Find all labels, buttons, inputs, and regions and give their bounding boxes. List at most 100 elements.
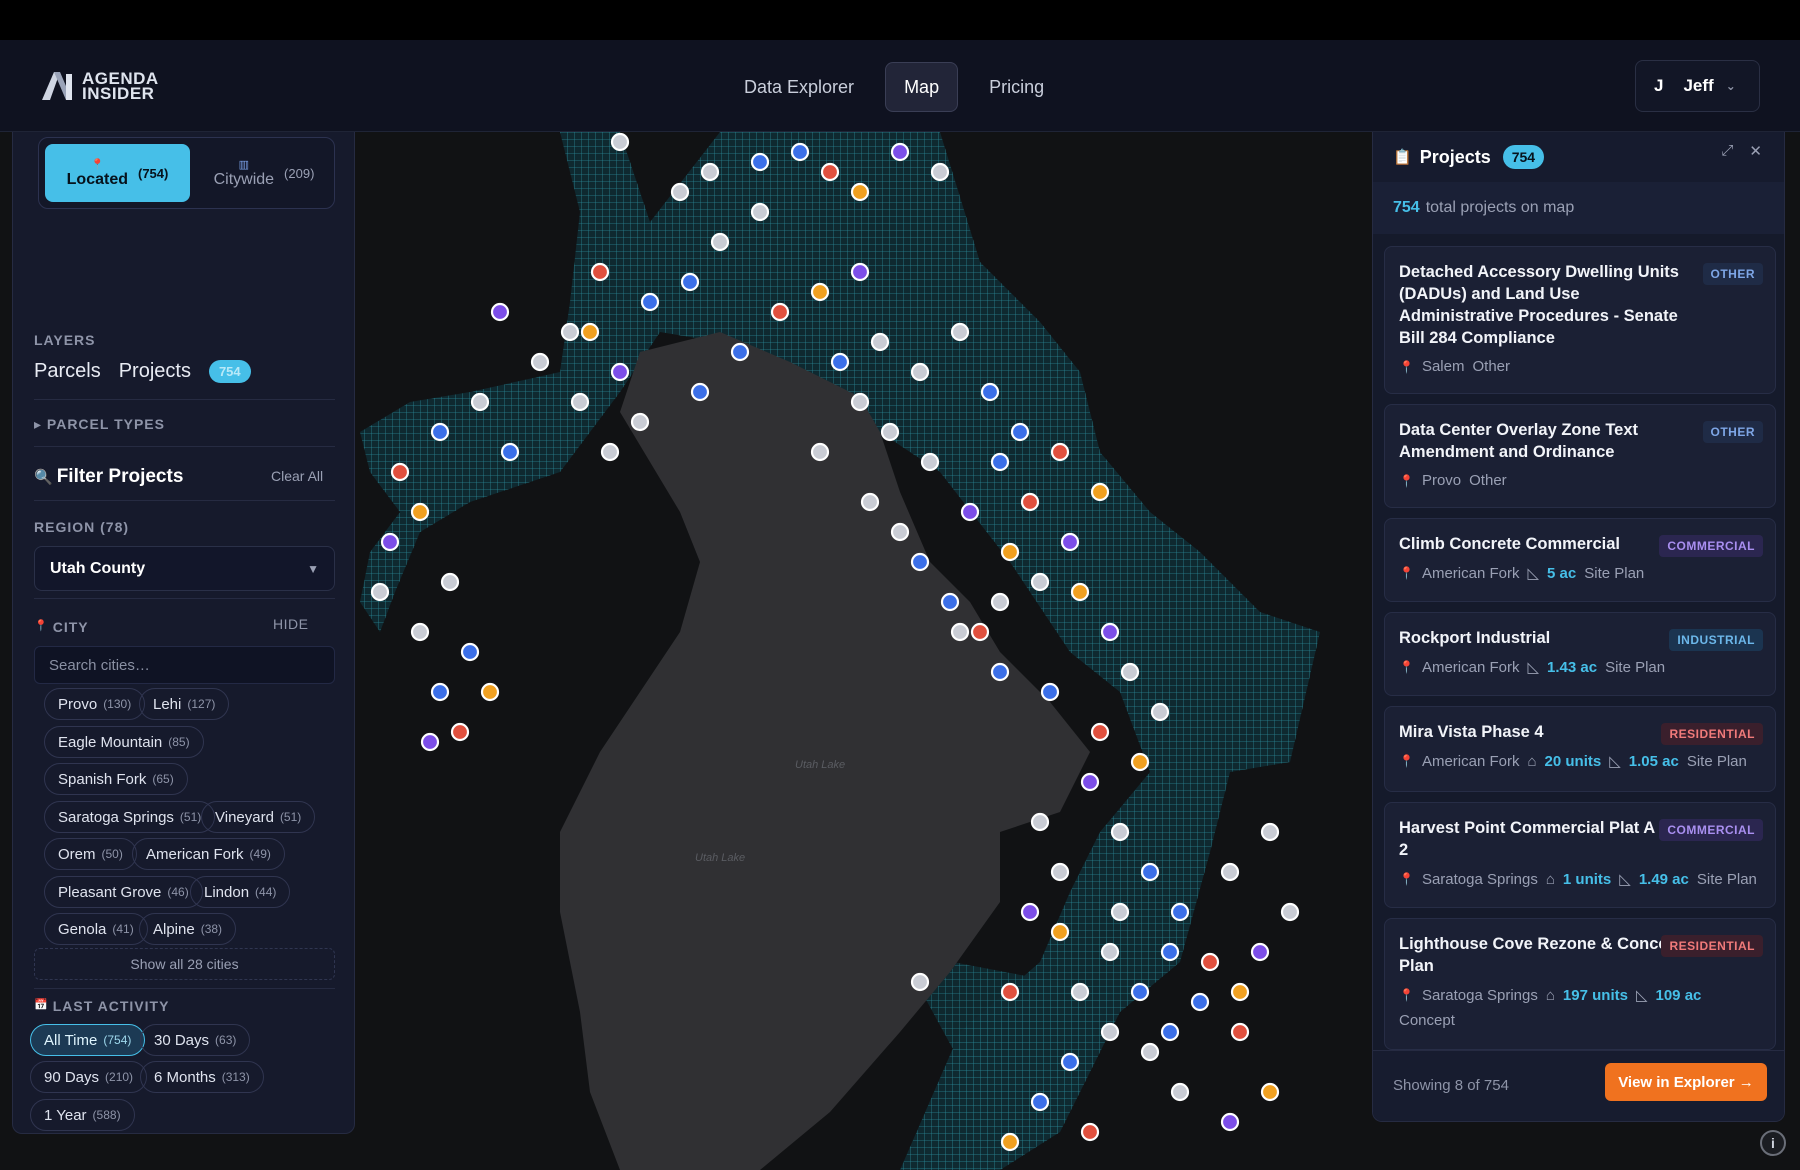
- project-marker[interactable]: [420, 732, 440, 752]
- project-marker[interactable]: [670, 182, 690, 202]
- project-marker[interactable]: [1070, 582, 1090, 602]
- project-marker[interactable]: [440, 572, 460, 592]
- project-marker[interactable]: [1260, 822, 1280, 842]
- project-marker[interactable]: [1100, 622, 1120, 642]
- project-marker[interactable]: [1000, 982, 1020, 1002]
- citywide-toggle-button[interactable]: ▥ Citywide (209): [199, 144, 329, 202]
- city-search-input[interactable]: [34, 646, 335, 684]
- project-card[interactable]: Harvest Point Commercial Plat A Lot 2 CO…: [1384, 802, 1776, 908]
- project-marker[interactable]: [500, 442, 520, 462]
- city-chip-orem[interactable]: Orem (50): [44, 838, 137, 870]
- project-marker[interactable]: [1100, 1022, 1120, 1042]
- project-marker[interactable]: [820, 162, 840, 182]
- project-marker[interactable]: [1160, 942, 1180, 962]
- project-marker[interactable]: [1030, 1092, 1050, 1112]
- project-marker[interactable]: [1250, 942, 1270, 962]
- project-marker[interactable]: [1280, 902, 1300, 922]
- project-marker[interactable]: [1170, 902, 1190, 922]
- activity-chip-6-months[interactable]: 6 Months (313): [140, 1061, 264, 1093]
- project-marker[interactable]: [910, 972, 930, 992]
- project-marker[interactable]: [990, 452, 1010, 472]
- project-marker[interactable]: [910, 552, 930, 572]
- city-chip-provo[interactable]: Provo (130): [44, 688, 146, 720]
- city-chip-spanish-fork[interactable]: Spanish Fork (65): [44, 763, 188, 795]
- project-marker[interactable]: [1090, 722, 1110, 742]
- project-marker[interactable]: [590, 262, 610, 282]
- project-marker[interactable]: [1070, 982, 1090, 1002]
- project-marker[interactable]: [710, 232, 730, 252]
- project-marker[interactable]: [1160, 1022, 1180, 1042]
- project-marker[interactable]: [640, 292, 660, 312]
- project-marker[interactable]: [1170, 1082, 1190, 1102]
- project-marker[interactable]: [490, 302, 510, 322]
- project-marker[interactable]: [1110, 822, 1130, 842]
- view-in-explorer-button[interactable]: View in Explorer →: [1605, 1063, 1767, 1101]
- project-marker[interactable]: [940, 592, 960, 612]
- city-chip-eagle-mountain[interactable]: Eagle Mountain (85): [44, 726, 204, 758]
- project-marker[interactable]: [610, 132, 630, 152]
- project-marker[interactable]: [600, 442, 620, 462]
- expand-icon[interactable]: ⤢: [1721, 142, 1733, 160]
- project-marker[interactable]: [390, 462, 410, 482]
- project-marker[interactable]: [480, 682, 500, 702]
- logo[interactable]: AGENDA INSIDER: [40, 66, 159, 106]
- project-marker[interactable]: [830, 352, 850, 372]
- clear-all-button[interactable]: Clear All: [271, 468, 323, 484]
- project-marker[interactable]: [970, 622, 990, 642]
- project-marker[interactable]: [950, 322, 970, 342]
- project-marker[interactable]: [1020, 492, 1040, 512]
- activity-chip-all-time[interactable]: All Time (754): [30, 1024, 146, 1056]
- info-icon[interactable]: i: [1760, 1130, 1786, 1156]
- project-marker[interactable]: [790, 142, 810, 162]
- project-marker[interactable]: [850, 392, 870, 412]
- project-marker[interactable]: [1130, 752, 1150, 772]
- project-marker[interactable]: [990, 662, 1010, 682]
- show-all-cities-button[interactable]: Show all 28 cities: [34, 948, 335, 980]
- project-marker[interactable]: [1000, 542, 1020, 562]
- project-marker[interactable]: [1030, 572, 1050, 592]
- project-marker[interactable]: [870, 332, 890, 352]
- activity-chip-1-year[interactable]: 1 Year (588): [30, 1099, 135, 1131]
- project-marker[interactable]: [910, 362, 930, 382]
- project-marker[interactable]: [1080, 772, 1100, 792]
- city-chip-pleasant-grove[interactable]: Pleasant Grove (46): [44, 876, 203, 908]
- project-marker[interactable]: [380, 532, 400, 552]
- project-marker[interactable]: [890, 522, 910, 542]
- project-marker[interactable]: [570, 392, 590, 412]
- project-marker[interactable]: [1050, 442, 1070, 462]
- project-marker[interactable]: [770, 302, 790, 322]
- project-marker[interactable]: [1200, 952, 1220, 972]
- project-marker[interactable]: [1060, 1052, 1080, 1072]
- project-marker[interactable]: [690, 382, 710, 402]
- project-marker[interactable]: [1130, 982, 1150, 1002]
- project-card[interactable]: Detached Accessory Dwelling Units (DADUs…: [1384, 246, 1776, 394]
- project-marker[interactable]: [1040, 682, 1060, 702]
- project-marker[interactable]: [1110, 902, 1130, 922]
- project-marker[interactable]: [450, 722, 470, 742]
- project-marker[interactable]: [1260, 1082, 1280, 1102]
- project-marker[interactable]: [890, 142, 910, 162]
- project-marker[interactable]: [1050, 862, 1070, 882]
- hide-cities-button[interactable]: HIDE: [273, 616, 308, 632]
- project-marker[interactable]: [610, 362, 630, 382]
- parcel-types-toggle[interactable]: ▸ PARCEL TYPES: [34, 416, 165, 433]
- project-marker[interactable]: [1220, 862, 1240, 882]
- project-marker[interactable]: [580, 322, 600, 342]
- project-marker[interactable]: [990, 592, 1010, 612]
- project-marker[interactable]: [1140, 862, 1160, 882]
- layer-projects[interactable]: Projects: [119, 360, 191, 383]
- city-chip-genola[interactable]: Genola (41): [44, 913, 148, 945]
- project-marker[interactable]: [730, 342, 750, 362]
- project-card[interactable]: Mira Vista Phase 4 RESIDENTIAL 📍 America…: [1384, 706, 1776, 792]
- tab-pricing[interactable]: Pricing: [970, 62, 1063, 112]
- project-marker[interactable]: [700, 162, 720, 182]
- city-chip-american-fork[interactable]: American Fork (49): [132, 838, 285, 870]
- project-marker[interactable]: [410, 622, 430, 642]
- project-marker[interactable]: [430, 682, 450, 702]
- project-card[interactable]: Climb Concrete Commercial COMMERCIAL 📍 A…: [1384, 518, 1776, 602]
- city-chip-saratoga-springs[interactable]: Saratoga Springs (51): [44, 801, 216, 833]
- project-marker[interactable]: [880, 422, 900, 442]
- region-select[interactable]: Utah County ▼: [34, 546, 335, 591]
- project-marker[interactable]: [1080, 1122, 1100, 1142]
- project-marker[interactable]: [980, 382, 1000, 402]
